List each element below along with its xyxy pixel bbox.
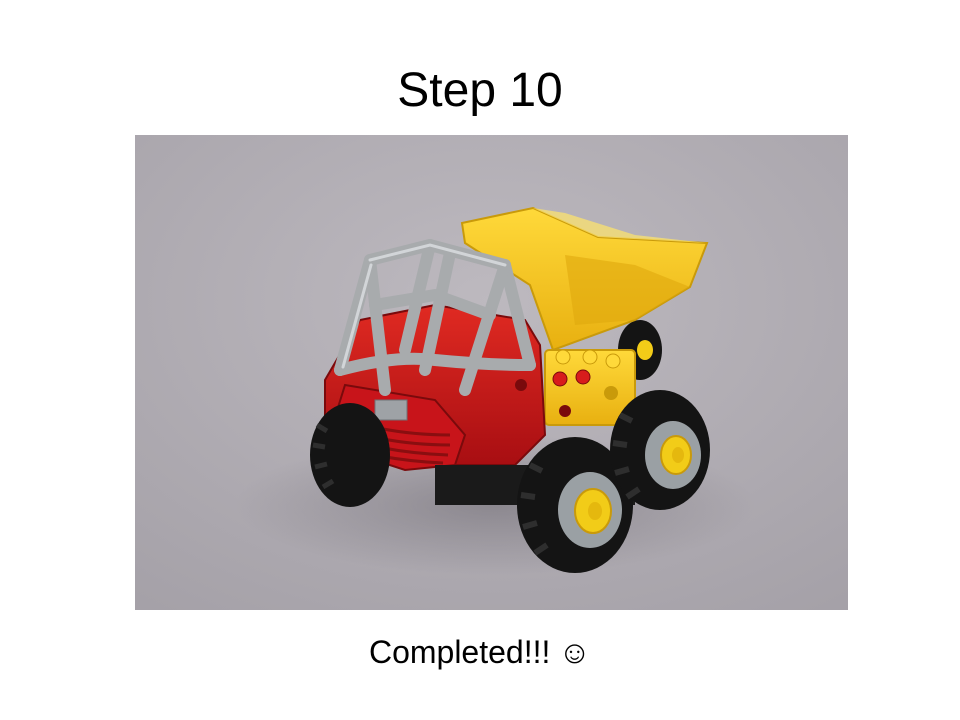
slide: Step 10 Completed!!! ☺ <box>0 0 960 720</box>
slide-title: Step 10 <box>397 64 563 117</box>
caption-text: Completed!!! <box>368 634 551 670</box>
toy-truck-photo <box>135 135 848 610</box>
front-left-wheel <box>310 403 390 507</box>
smiley-icon: ☺ <box>558 634 592 670</box>
slide-caption: Completed!!! ☺ <box>0 630 960 674</box>
rear-right-wheel <box>610 390 710 510</box>
